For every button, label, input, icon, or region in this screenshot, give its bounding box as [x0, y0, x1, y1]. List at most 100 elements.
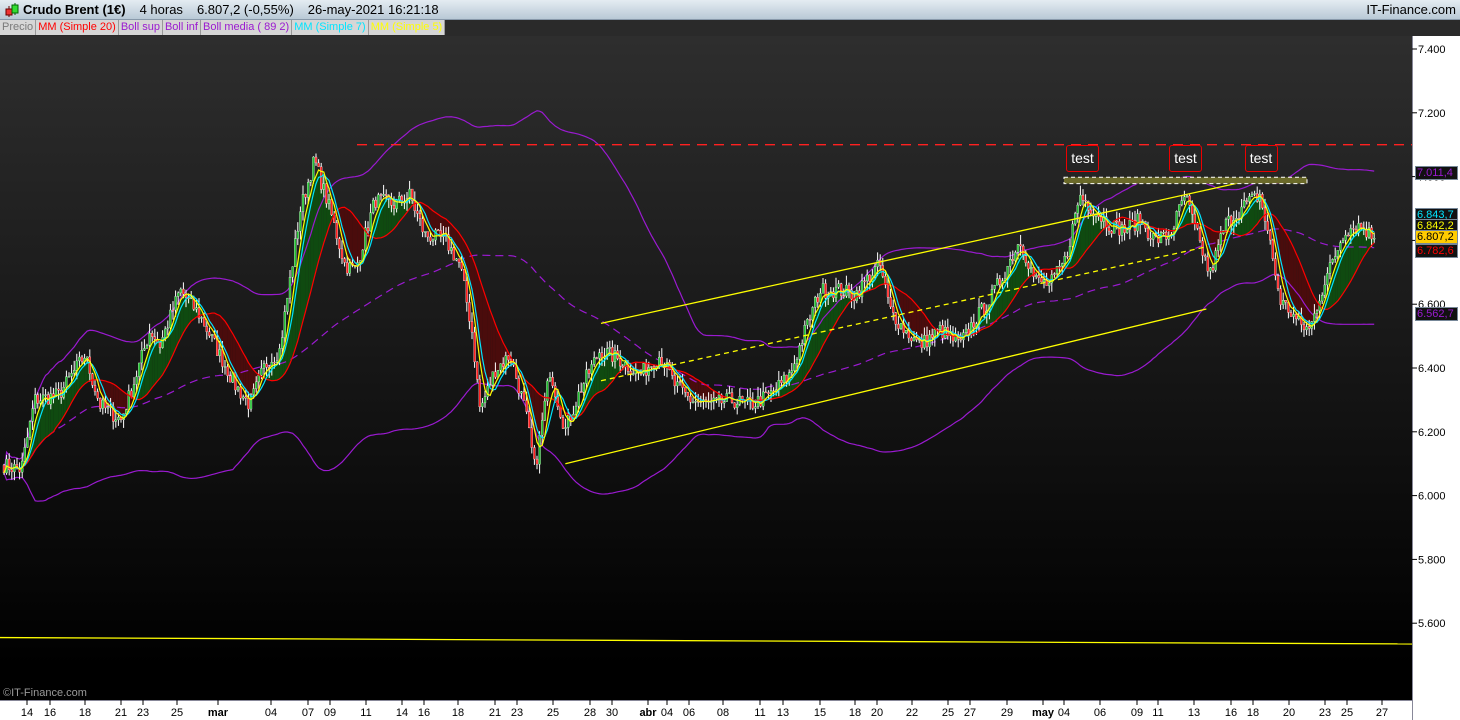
candle-body — [723, 401, 726, 404]
candle-body — [249, 394, 253, 410]
candle-body — [754, 406, 757, 409]
candle-body — [728, 392, 731, 394]
candle-body — [369, 212, 372, 232]
candle-body — [608, 347, 611, 349]
candle-body — [153, 336, 156, 340]
candle-body — [899, 322, 903, 329]
candle-body — [551, 377, 554, 387]
test-annotation[interactable]: test — [1169, 145, 1202, 172]
candle-body — [470, 321, 474, 333]
candle-body — [528, 411, 531, 429]
candle-body — [1302, 324, 1306, 331]
candle-body — [798, 345, 801, 360]
candle-body — [642, 363, 645, 375]
candle-body — [998, 278, 1001, 285]
candle-body — [1198, 228, 1202, 242]
candle-body — [166, 327, 169, 330]
candle-body — [413, 200, 416, 212]
candle-body — [424, 231, 427, 233]
candle-body — [678, 381, 682, 383]
candle-body — [889, 297, 892, 308]
candle-body — [1115, 220, 1118, 223]
candle-body — [34, 394, 37, 409]
x-tick-label: 16 — [418, 707, 430, 719]
candle-body — [476, 361, 479, 380]
candle-body — [1048, 282, 1051, 286]
candle-body — [780, 380, 783, 383]
candle-body — [499, 363, 502, 371]
candle-body — [782, 374, 786, 383]
candle-body — [450, 247, 453, 251]
candle-body — [335, 222, 338, 239]
candle-body — [437, 229, 440, 232]
test-annotation[interactable]: test — [1066, 145, 1099, 172]
x-tick-label: 14 — [396, 707, 408, 719]
x-tick-label: 22 — [906, 707, 918, 719]
candle-body — [876, 259, 879, 267]
candle-body — [169, 309, 172, 329]
candle-body — [473, 331, 476, 363]
candle-body — [1321, 295, 1324, 302]
candle-body — [1373, 238, 1376, 240]
candle-body — [73, 370, 76, 374]
candle-body — [1276, 275, 1280, 289]
candle-body — [57, 388, 60, 391]
candle-body — [1313, 313, 1316, 322]
candle-body — [684, 387, 687, 393]
candle-body — [174, 296, 177, 311]
candle-body — [1250, 194, 1254, 197]
candle-body — [564, 427, 567, 429]
candle-body — [203, 317, 206, 327]
candle-body — [808, 319, 812, 321]
candle-body — [244, 396, 247, 399]
y-tick-label: 6.200 — [1418, 427, 1446, 439]
candle-body — [837, 283, 840, 288]
candle-body — [190, 297, 193, 299]
candle-body — [223, 366, 227, 368]
x-tick-label: 11 — [1152, 707, 1163, 719]
candle-body — [691, 401, 695, 404]
y-tick-label: 6.000 — [1418, 491, 1446, 503]
candle-body — [236, 386, 240, 391]
candle-body — [1227, 215, 1230, 220]
x-tick-label: 09 — [324, 707, 336, 719]
candle-body — [530, 427, 533, 448]
ma-fill-segment — [1304, 272, 1307, 324]
candle-body — [931, 334, 934, 338]
candle-body — [255, 381, 258, 389]
candle-body — [522, 391, 526, 401]
candle-body — [561, 417, 565, 429]
candle-body — [790, 370, 793, 373]
candle-body — [538, 435, 541, 465]
test-annotation[interactable]: test — [1244, 145, 1278, 172]
candle-body — [372, 199, 375, 213]
candle-body — [1326, 273, 1329, 286]
x-tick-label: 18 — [1247, 707, 1259, 719]
candle-body — [894, 312, 897, 325]
candle-body — [304, 194, 307, 198]
candle-body — [590, 364, 593, 374]
candle-body — [879, 259, 882, 266]
candle-body — [1040, 277, 1043, 283]
candle-body — [431, 239, 435, 242]
candle-body — [75, 360, 78, 371]
candle-body — [990, 289, 994, 305]
candle-body — [868, 274, 871, 282]
ma-fill-segment — [347, 208, 350, 262]
candle-body — [1110, 230, 1113, 234]
candle-body — [673, 375, 676, 387]
x-tick-label: mar — [208, 707, 229, 719]
channel-upper-line — [600, 179, 1254, 324]
candle-body — [195, 307, 198, 310]
x-tick-label: 15 — [814, 707, 826, 719]
candle-body — [114, 419, 117, 422]
candle-body — [239, 386, 242, 399]
x-tick-label: 08 — [717, 707, 729, 719]
candle-body — [1339, 242, 1342, 251]
ma-fill-segment — [1083, 203, 1086, 256]
ma-fill-segment — [911, 299, 914, 336]
candle-body — [1248, 196, 1251, 202]
x-tick-label: 20 — [871, 707, 883, 719]
candle-body — [379, 194, 383, 196]
candle-body — [338, 238, 341, 250]
